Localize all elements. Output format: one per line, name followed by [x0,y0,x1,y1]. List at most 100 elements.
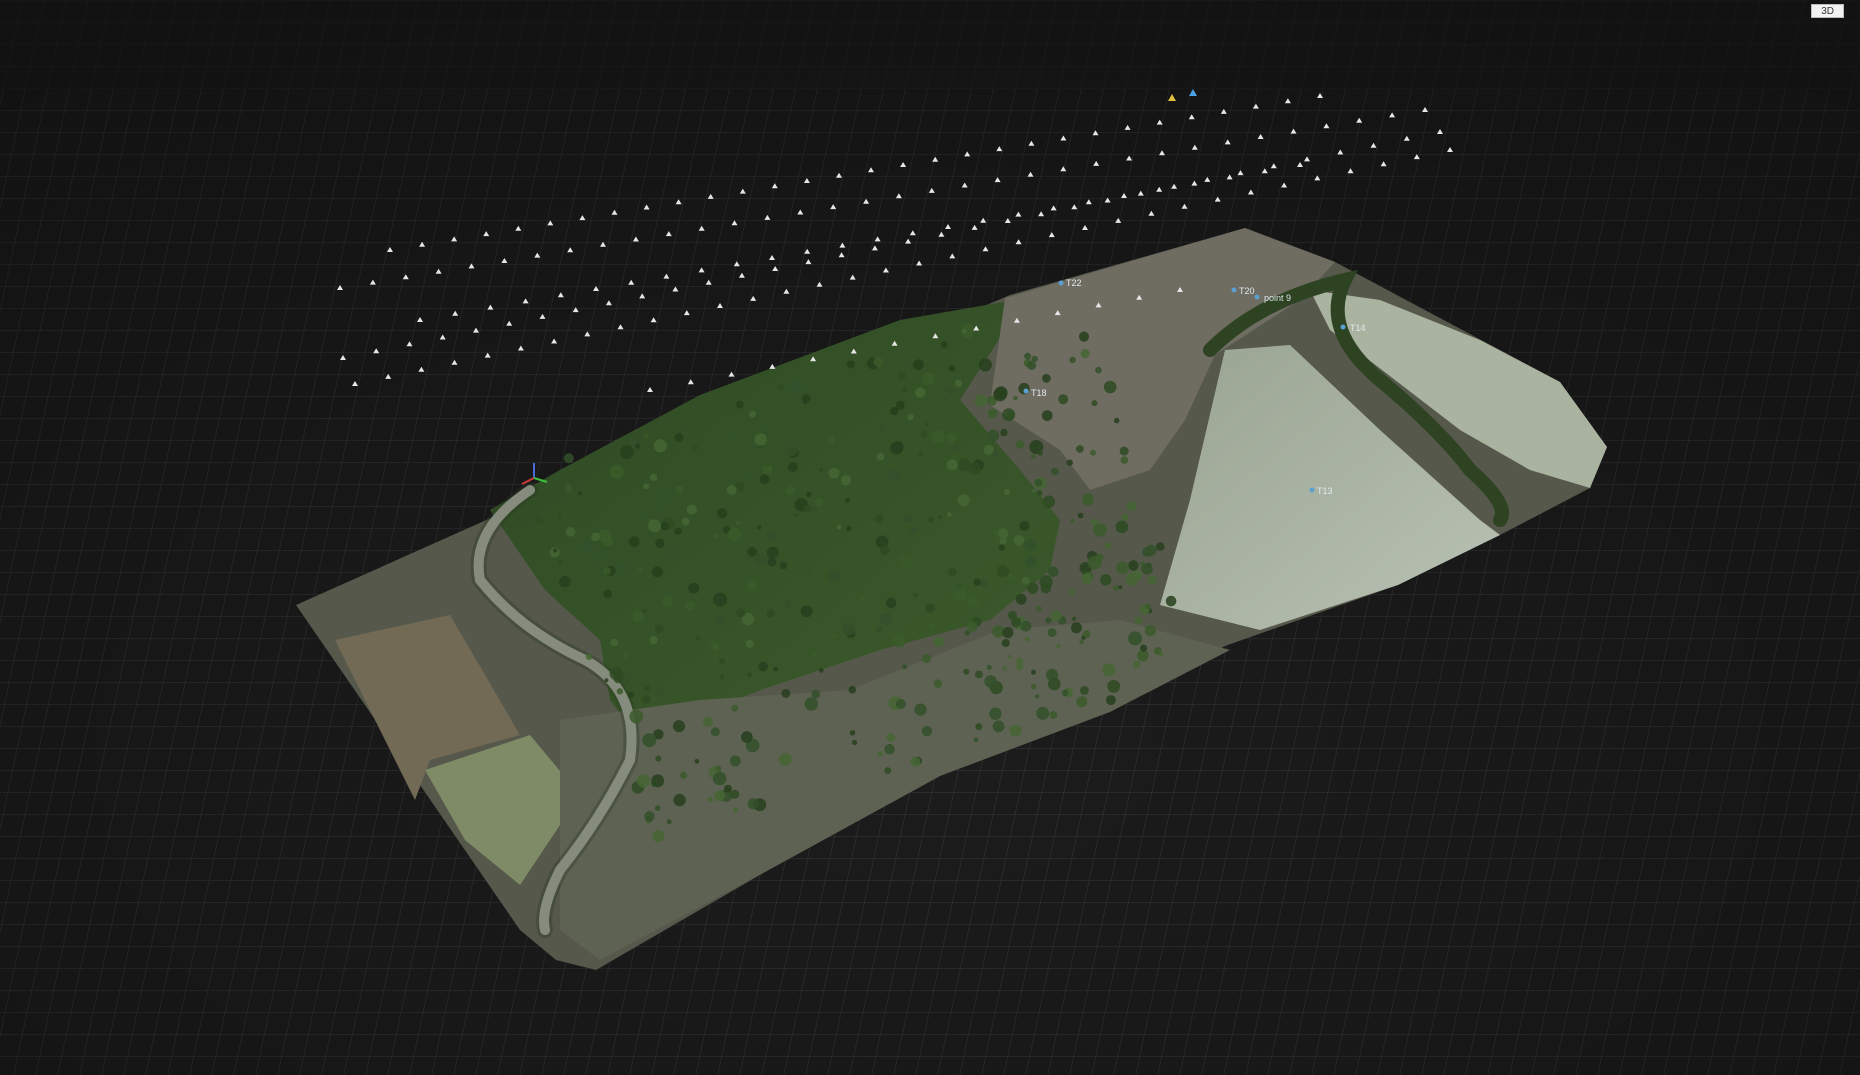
shrub-dot [1144,603,1151,609]
shrub-dot [757,525,762,530]
shrub-dot [1095,366,1102,374]
shrub-dot [1158,651,1164,657]
shrub-dot [642,608,647,614]
shrub-dot [986,664,992,670]
shrub-dot [828,467,840,479]
gcp-label: T22 [1066,278,1082,288]
gcp-marker [1254,294,1260,300]
shrub-dot [886,733,896,742]
shrub-dot [1024,637,1030,642]
shrub-dot [655,755,662,762]
shrub-dot [1030,454,1036,459]
shrub-dot [1121,513,1129,521]
shrub-dot [1047,566,1059,577]
shrub-dot [731,704,739,712]
shrub-dot [909,526,918,534]
shrub-dot [1144,624,1157,637]
shrub-dot [832,633,837,639]
shrub-dot [1045,617,1052,624]
shrub-dot [1102,663,1116,677]
shrub-dot [874,514,884,524]
shrub-dot [1076,696,1088,708]
3d-viewport[interactable]: T22 T20 point 9 T18 T13 T14 3D [0,0,1860,1075]
shrub-dot [914,703,927,716]
view-mode-toggle-button[interactable]: 3D [1811,4,1844,18]
shrub-dot [1156,542,1165,551]
shrub-dot [673,793,686,807]
shrub-dot [845,497,851,503]
shrub-dot [778,753,792,766]
shrub-dot [946,433,957,443]
shrub-dot [1113,585,1120,592]
shrub-dot [747,798,759,810]
shrub-dot [858,595,865,601]
shrub-dot [963,668,970,675]
shrub-dot [811,506,818,513]
shrub-dot [928,623,935,630]
shrub-dot [685,601,695,611]
shrub-dot [877,426,885,434]
shrub-dot [676,485,684,493]
shrub-dot [674,527,682,535]
shrub-dot [913,593,918,598]
shrub-dot [957,494,970,507]
shrub-dot [1141,563,1153,575]
shrub-dot [1042,373,1051,383]
shrub-dot [1115,520,1129,534]
shrub-dot [948,568,957,577]
shrub-dot [746,672,752,678]
shrub-dot [658,507,667,516]
shrub-dot [642,733,657,748]
shrub-dot [946,459,958,471]
shrub-dot [535,515,544,524]
shrub-dot [973,737,979,743]
shrub-dot [987,429,1000,442]
shrub-dot [642,695,651,704]
shrub-dot [1050,610,1062,622]
shrub-dot [978,358,992,372]
shrub-dot [840,475,852,486]
shrub-dot [714,614,727,626]
shrub-dot [999,537,1007,545]
shrub-dot [922,653,932,664]
3d-scene[interactable]: T22 T20 point 9 T18 T13 T14 [0,0,1860,1075]
shrub-dot [1039,575,1053,589]
shrub-dot [907,413,914,420]
shrub-dot [1118,585,1123,590]
shrub-dot [1036,706,1050,720]
shrub-dot [1015,440,1025,449]
shrub-dot [644,433,649,439]
shrub-dot [937,514,943,519]
shrub-dot [784,599,793,608]
shrub-dot [781,688,791,698]
shrub-dot [924,422,929,427]
shrub-dot [875,625,883,633]
shrub-dot [987,408,998,419]
shrub-dot [653,439,667,453]
shrub-dot [902,664,908,670]
shrub-dot [1070,622,1082,634]
shrub-dot [766,546,779,559]
shrub-dot [768,464,773,469]
shrub-dot [1107,679,1121,693]
shrub-dot [1079,639,1084,644]
shrub-dot [620,445,634,459]
shrub-dot [1082,630,1091,638]
shrub-dot [1113,417,1120,424]
shrub-dot [727,432,736,440]
shrub-dot [915,387,926,398]
shrub-dot [609,465,624,479]
shrub-dot [1027,361,1037,370]
shrub-dot [603,589,613,599]
shrub-dot [632,611,645,623]
gcp-marker [1058,280,1064,286]
shrub-dot [710,727,720,737]
shrub-dot [1126,501,1137,512]
shrub-dot [1077,512,1084,519]
shrub-dot [598,529,612,543]
shrub-dot [1027,582,1039,595]
shrub-dot [1049,711,1058,719]
shrub-dot [719,658,725,665]
shrub-dot [842,622,856,636]
shrub-dot [1020,620,1032,632]
